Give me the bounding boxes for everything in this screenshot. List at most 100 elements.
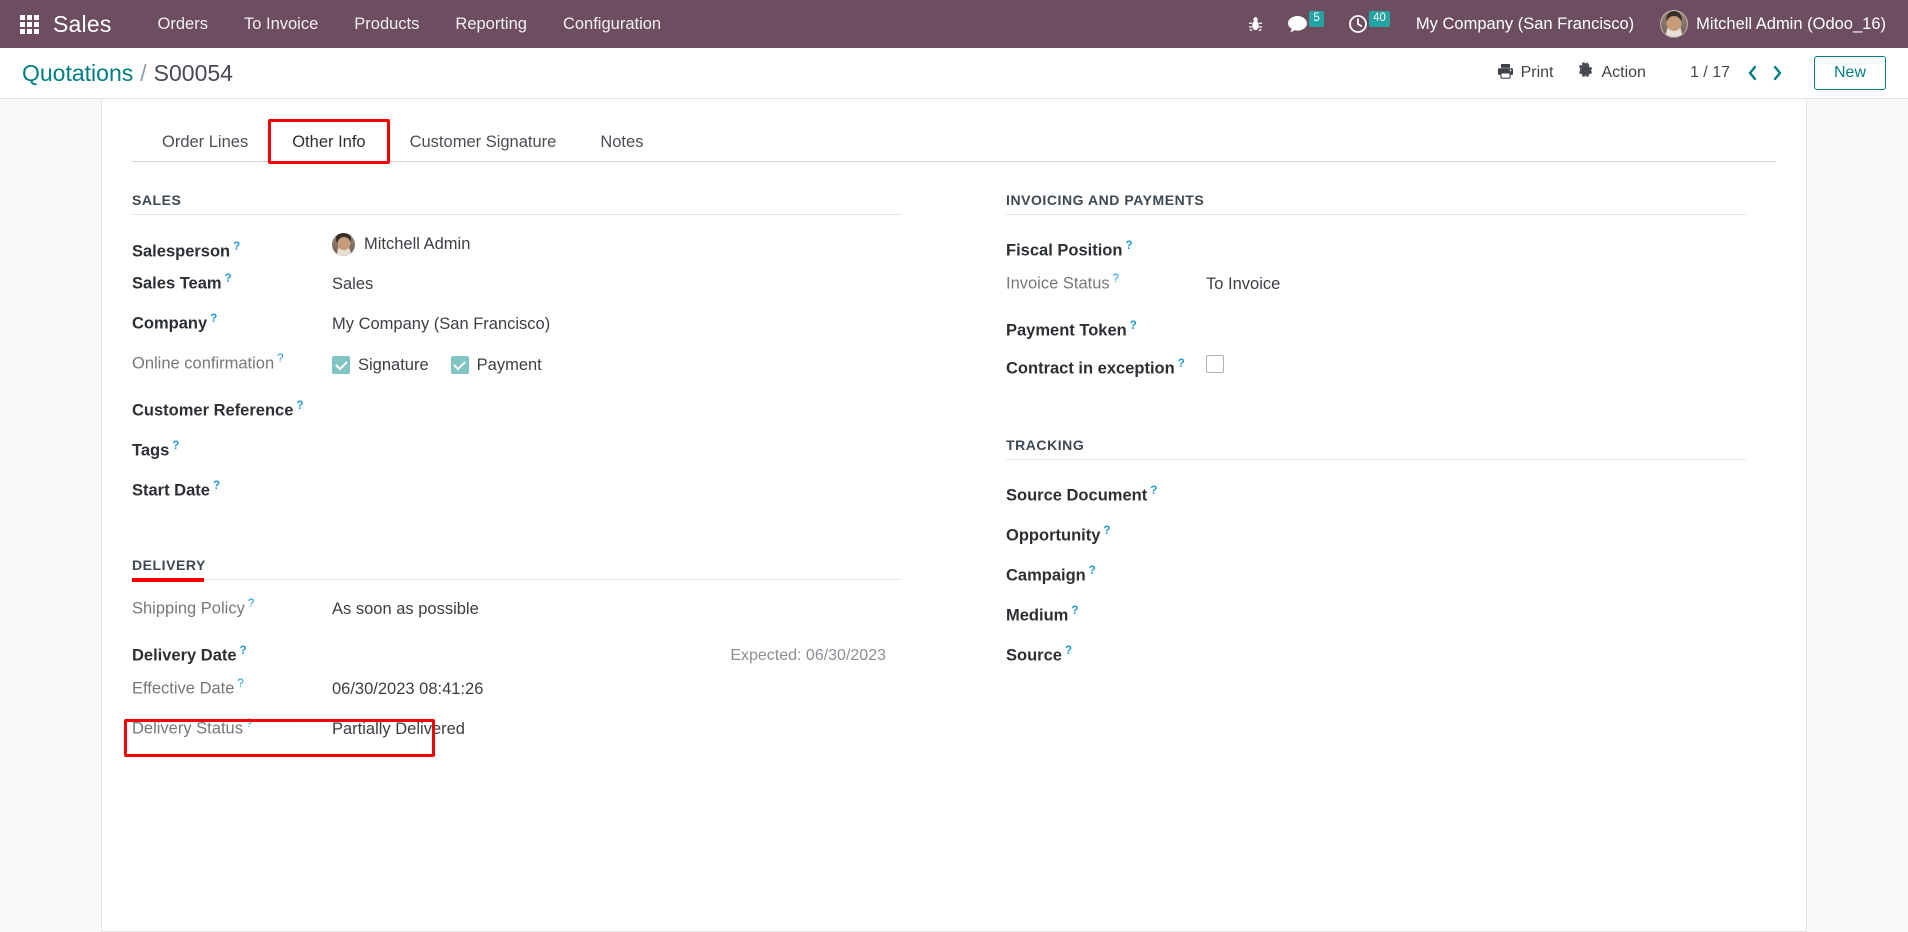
group-tracking: Tracking Source Document? Opportunity? <box>1006 437 1746 678</box>
field-value-delivery-date[interactable] <box>332 638 730 660</box>
field-label-campaign: Campaign? <box>1006 565 1206 586</box>
field-value-sales-team[interactable]: Sales <box>332 273 902 295</box>
tooltip-icon[interactable]: ? <box>1178 358 1185 370</box>
label-text: Delivery Date <box>132 646 237 664</box>
tooltip-icon[interactable]: ? <box>277 353 283 365</box>
label-text: Start Date <box>132 481 210 499</box>
breadcrumb-separator: / <box>140 60 146 87</box>
tooltip-icon[interactable]: ? <box>237 678 243 690</box>
apps-menu-icon[interactable] <box>20 15 39 34</box>
checkbox-contract-in-exception[interactable] <box>1206 355 1224 373</box>
tooltip-icon[interactable]: ? <box>1130 320 1137 332</box>
label-text: Effective Date <box>132 680 234 698</box>
tab-customer-signature[interactable]: Customer Signature <box>388 121 579 162</box>
tooltip-icon[interactable]: ? <box>1089 565 1096 577</box>
menu-item-configuration[interactable]: Configuration <box>545 9 679 40</box>
tooltip-icon[interactable]: ? <box>225 273 232 285</box>
left-column: Sales Salesperson? Mitchell Admin Sales … <box>132 192 954 802</box>
tooltip-icon[interactable]: ? <box>240 645 247 657</box>
chevron-left-icon[interactable] <box>1740 63 1765 83</box>
company-switcher[interactable]: My Company (San Francisco) <box>1402 9 1648 40</box>
field-label-contract-in-exception: Contract in exception? <box>1006 358 1206 379</box>
avatar <box>1660 10 1688 38</box>
tooltip-icon[interactable]: ? <box>246 718 252 730</box>
tooltip-icon[interactable]: ? <box>213 480 220 492</box>
app-brand-sales[interactable]: Sales <box>53 11 112 38</box>
field-label-customer-reference: Customer Reference? <box>132 400 332 421</box>
tooltip-icon[interactable]: ? <box>1065 645 1072 657</box>
tooltip-icon[interactable]: ? <box>210 313 217 325</box>
label-text: Source <box>1006 646 1062 664</box>
tooltip-icon[interactable]: ? <box>296 400 303 412</box>
top-navbar: Sales Orders To Invoice Products Reporti… <box>0 0 1908 48</box>
field-value-effective-date[interactable]: 06/30/2023 08:41:26 <box>332 678 902 700</box>
tab-order-lines[interactable]: Order Lines <box>140 121 270 162</box>
breadcrumb-quotations[interactable]: Quotations <box>22 60 133 87</box>
printer-icon <box>1497 63 1514 84</box>
tooltip-icon[interactable]: ? <box>1113 273 1119 285</box>
tab-notes[interactable]: Notes <box>578 121 665 162</box>
field-value-payment-token[interactable] <box>1206 313 1746 335</box>
bug-icon[interactable] <box>1236 12 1275 37</box>
field-label-payment-token: Payment Token? <box>1006 320 1206 341</box>
tooltip-icon[interactable]: ? <box>233 241 240 253</box>
menu-item-reporting[interactable]: Reporting <box>437 9 545 40</box>
new-button[interactable]: New <box>1814 56 1886 90</box>
action-button[interactable]: Action <box>1565 56 1657 90</box>
menu-item-products[interactable]: Products <box>336 9 437 40</box>
label-text: Invoice Status <box>1006 275 1110 293</box>
breadcrumb: Quotations / S00054 <box>22 60 233 87</box>
field-label-company: Company? <box>132 313 332 334</box>
chevron-right-icon[interactable] <box>1765 63 1790 83</box>
breadcrumb-current-record: S00054 <box>154 60 233 87</box>
label-text: Opportunity <box>1006 526 1100 544</box>
messages-button[interactable]: 5 <box>1275 11 1336 38</box>
field-label-source-document: Source Document? <box>1006 485 1206 506</box>
field-value-customer-reference[interactable] <box>332 393 902 415</box>
field-value-delivery-status[interactable]: Partially Delivered <box>332 718 902 740</box>
user-menu[interactable]: Mitchell Admin (Odoo_16) <box>1648 7 1890 41</box>
tooltip-icon[interactable]: ? <box>248 598 254 610</box>
group-sales: Sales Salesperson? Mitchell Admin Sales … <box>132 192 902 513</box>
tooltip-icon[interactable]: ? <box>1103 525 1110 537</box>
field-value-salesperson[interactable]: Mitchell Admin <box>332 233 902 256</box>
tooltip-icon[interactable]: ? <box>1150 485 1157 497</box>
tab-other-info[interactable]: Other Info <box>270 121 387 162</box>
print-button[interactable]: Print <box>1485 57 1566 90</box>
field-value-source[interactable] <box>1206 638 1746 660</box>
pager-value: 1 / 17 <box>1680 64 1740 82</box>
group-title-sales: Sales <box>132 192 902 215</box>
field-value-campaign[interactable] <box>1206 558 1746 580</box>
field-value-start-date[interactable] <box>332 473 902 495</box>
field-value-fiscal-position[interactable] <box>1206 233 1746 255</box>
field-value-tags[interactable] <box>332 433 902 455</box>
field-customer-reference: Customer Reference? <box>132 393 902 433</box>
field-value-source-document[interactable] <box>1206 478 1746 500</box>
tooltip-icon[interactable]: ? <box>1071 605 1078 617</box>
salesperson-avatar <box>332 233 355 256</box>
label-text: Contract in exception <box>1006 359 1175 377</box>
user-name-label: Mitchell Admin (Odoo_16) <box>1696 15 1886 34</box>
menu-item-to-invoice[interactable]: To Invoice <box>226 9 336 40</box>
field-value-opportunity[interactable] <box>1206 518 1746 540</box>
control-panel: Quotations / S00054 Print <box>0 48 1908 99</box>
clock-icon <box>1348 14 1368 34</box>
field-label-delivery-date: Delivery Date? <box>132 645 332 666</box>
action-label: Action <box>1601 64 1645 82</box>
checkbox-signature[interactable]: Signature <box>332 356 429 375</box>
right-column: Invoicing and Payments Fiscal Position? … <box>954 192 1776 802</box>
tooltip-icon[interactable]: ? <box>1125 240 1132 252</box>
field-value-company[interactable]: My Company (San Francisco) <box>332 313 902 335</box>
field-value-medium[interactable] <box>1206 598 1746 620</box>
tooltip-icon[interactable]: ? <box>172 440 179 452</box>
gear-icon <box>1577 62 1594 84</box>
field-shipping-policy: Shipping Policy? As soon as possible <box>132 598 902 638</box>
activities-button[interactable]: 40 <box>1336 10 1402 38</box>
field-online-confirmation: Online confirmation? Signature Pay <box>132 353 902 393</box>
field-label-start-date: Start Date? <box>132 480 332 501</box>
field-value-shipping-policy[interactable]: As soon as possible <box>332 598 902 620</box>
field-value-contract-in-exception <box>1206 353 1746 375</box>
checkbox-payment[interactable]: Payment <box>451 356 542 375</box>
field-invoice-status: Invoice Status? To Invoice <box>1006 273 1746 313</box>
menu-item-orders[interactable]: Orders <box>140 9 226 40</box>
